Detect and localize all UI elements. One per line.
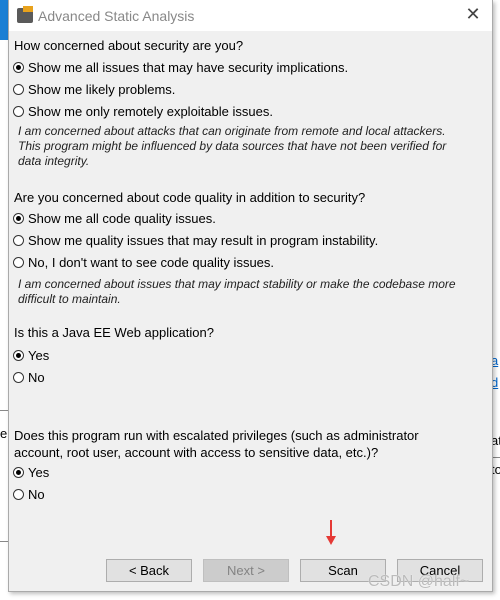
radio-quality-all[interactable]: Show me all code quality issues. <box>13 211 216 226</box>
radio-privileges-no[interactable]: No <box>13 487 45 502</box>
quality-description: I am concerned about issues that may imp… <box>18 277 456 306</box>
security-question: How concerned about security are you? <box>14 38 244 53</box>
radio-label: Yes <box>28 348 50 363</box>
background-divider <box>0 410 8 411</box>
radio-button[interactable] <box>13 84 24 95</box>
radio-label: Yes <box>28 465 50 480</box>
radio-button[interactable] <box>13 257 24 268</box>
advanced-static-analysis-dialog: Advanced Static Analysis ✕ How concerned… <box>8 0 493 592</box>
radio-quality-none[interactable]: No, I don't want to see code quality iss… <box>13 255 274 270</box>
radio-label: No <box>28 370 45 385</box>
app-icon <box>17 6 33 23</box>
radio-button[interactable] <box>13 350 24 361</box>
background-divider <box>0 541 8 542</box>
radio-label: Show me quality issues that may result i… <box>28 233 379 248</box>
back-button[interactable]: < Back <box>106 559 192 582</box>
radio-button[interactable] <box>13 213 24 224</box>
background-window-strip <box>0 0 8 40</box>
radio-label: No, I don't want to see code quality iss… <box>28 255 275 270</box>
radio-label: Show me all issues that may have securit… <box>28 60 349 75</box>
radio-button[interactable] <box>13 62 24 73</box>
title-bar: Advanced Static Analysis ✕ <box>9 0 492 31</box>
radio-label: Show me only remotely exploitable issues… <box>28 104 273 119</box>
radio-button[interactable] <box>13 106 24 117</box>
radio-javaee-no[interactable]: No <box>13 370 45 385</box>
radio-button[interactable] <box>13 372 24 383</box>
privileges-question: Does this program run with escalated pri… <box>14 428 419 460</box>
next-button[interactable]: Next > <box>203 559 289 582</box>
radio-javaee-yes[interactable]: Yes <box>13 348 49 363</box>
radio-quality-instability[interactable]: Show me quality issues that may result i… <box>13 233 378 248</box>
annotation-arrow <box>326 520 336 545</box>
radio-security-likely[interactable]: Show me likely problems. <box>13 82 175 97</box>
watermark: CSDN @half~ <box>368 573 470 590</box>
radio-button[interactable] <box>13 489 24 500</box>
quality-question: Are you concerned about code quality in … <box>14 190 366 205</box>
close-icon[interactable]: ✕ <box>462 4 484 25</box>
security-description: I am concerned about attacks that can or… <box>18 124 447 168</box>
radio-button[interactable] <box>13 235 24 246</box>
radio-label: No <box>28 487 45 502</box>
radio-label: Show me all code quality issues. <box>28 211 216 226</box>
window-title: Advanced Static Analysis <box>38 8 195 24</box>
radio-label: Show me likely problems. <box>28 82 176 97</box>
radio-privileges-yes[interactable]: Yes <box>13 465 49 480</box>
javaee-question: Is this a Java EE Web application? <box>14 325 214 340</box>
radio-security-remote[interactable]: Show me only remotely exploitable issues… <box>13 104 273 119</box>
radio-button[interactable] <box>13 467 24 478</box>
radio-security-all[interactable]: Show me all issues that may have securit… <box>13 60 348 75</box>
